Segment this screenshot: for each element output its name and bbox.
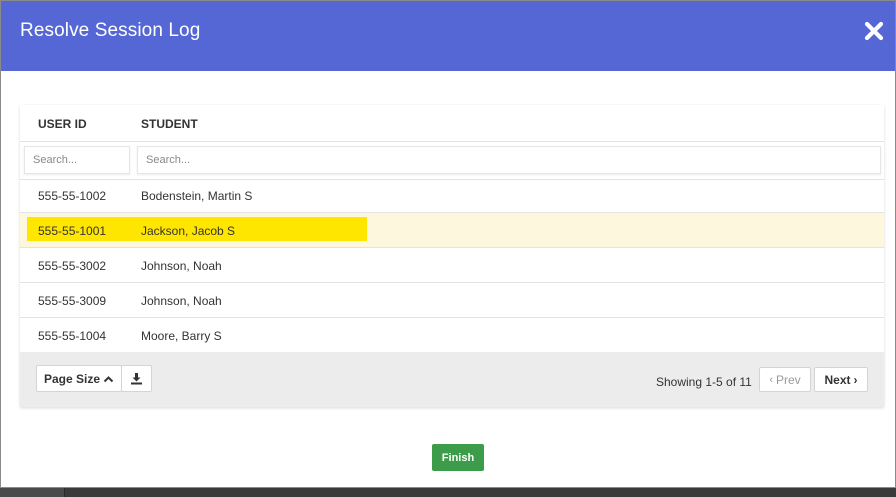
student-cell: Johnson, Noah	[141, 294, 222, 308]
table-row[interactable]: 555-55-3009 Johnson, Noah	[20, 283, 884, 318]
chevron-right-icon: ›	[853, 372, 858, 387]
student-cell: Moore, Barry S	[141, 329, 222, 343]
student-search-input[interactable]	[137, 146, 881, 174]
user-id-cell: 555-55-1001	[38, 224, 107, 238]
grid-rows: 555-55-1002 Bodenstein, Martin S 555-55-…	[20, 178, 884, 353]
grid-footer: Page Size Showing 1-5 of 11 ‹ Prev Next	[20, 352, 884, 407]
next-button[interactable]: Next ›	[814, 367, 868, 392]
student-cell: Johnson, Noah	[141, 259, 222, 273]
user-id-cell: 555-55-1004	[38, 329, 107, 343]
prev-label: Prev	[775, 372, 801, 387]
user-id-cell: 555-55-3009	[38, 294, 107, 308]
modal-header: Resolve Session Log	[1, 1, 895, 71]
user-id-search-input[interactable]	[24, 146, 130, 174]
session-log-grid: USER ID STUDENT 555-55-1002 Bodenstein, …	[20, 105, 884, 407]
close-icon[interactable]	[863, 20, 885, 42]
resolve-session-log-dialog: Resolve Session Log USER ID STUDENT 555-…	[0, 0, 896, 488]
download-button[interactable]	[121, 365, 152, 392]
finish-button[interactable]: Finish	[432, 444, 484, 471]
chevron-left-icon: ‹	[769, 373, 773, 386]
user-id-cell: 555-55-3002	[38, 259, 107, 273]
grid-header: USER ID STUDENT	[20, 105, 884, 142]
column-header-student[interactable]: STUDENT	[141, 117, 198, 131]
modal-title: Resolve Session Log	[20, 20, 201, 41]
filter-row	[20, 142, 884, 180]
table-row-selected[interactable]: 555-55-1001 Jackson, Jacob S	[20, 213, 884, 248]
taskbar-segment	[0, 488, 65, 497]
next-label: Next	[824, 372, 851, 387]
pagination-status: Showing 1-5 of 11	[656, 375, 752, 389]
page-size-button[interactable]: Page Size	[36, 365, 122, 392]
table-row[interactable]: 555-55-1002 Bodenstein, Martin S	[20, 178, 884, 213]
user-id-cell: 555-55-1002	[38, 189, 107, 203]
page-size-label: Page Size	[43, 371, 101, 386]
student-cell: Jackson, Jacob S	[141, 224, 236, 238]
student-cell: Bodenstein, Martin S	[141, 189, 253, 203]
table-row[interactable]: 555-55-1004 Moore, Barry S	[20, 318, 884, 353]
background-taskbar	[0, 488, 896, 497]
column-header-user-id[interactable]: USER ID	[38, 117, 87, 131]
prev-button[interactable]: ‹ Prev	[759, 367, 811, 392]
download-icon	[131, 373, 142, 385]
table-row[interactable]: 555-55-3002 Johnson, Noah	[20, 248, 884, 283]
chevron-up-icon	[103, 375, 114, 382]
